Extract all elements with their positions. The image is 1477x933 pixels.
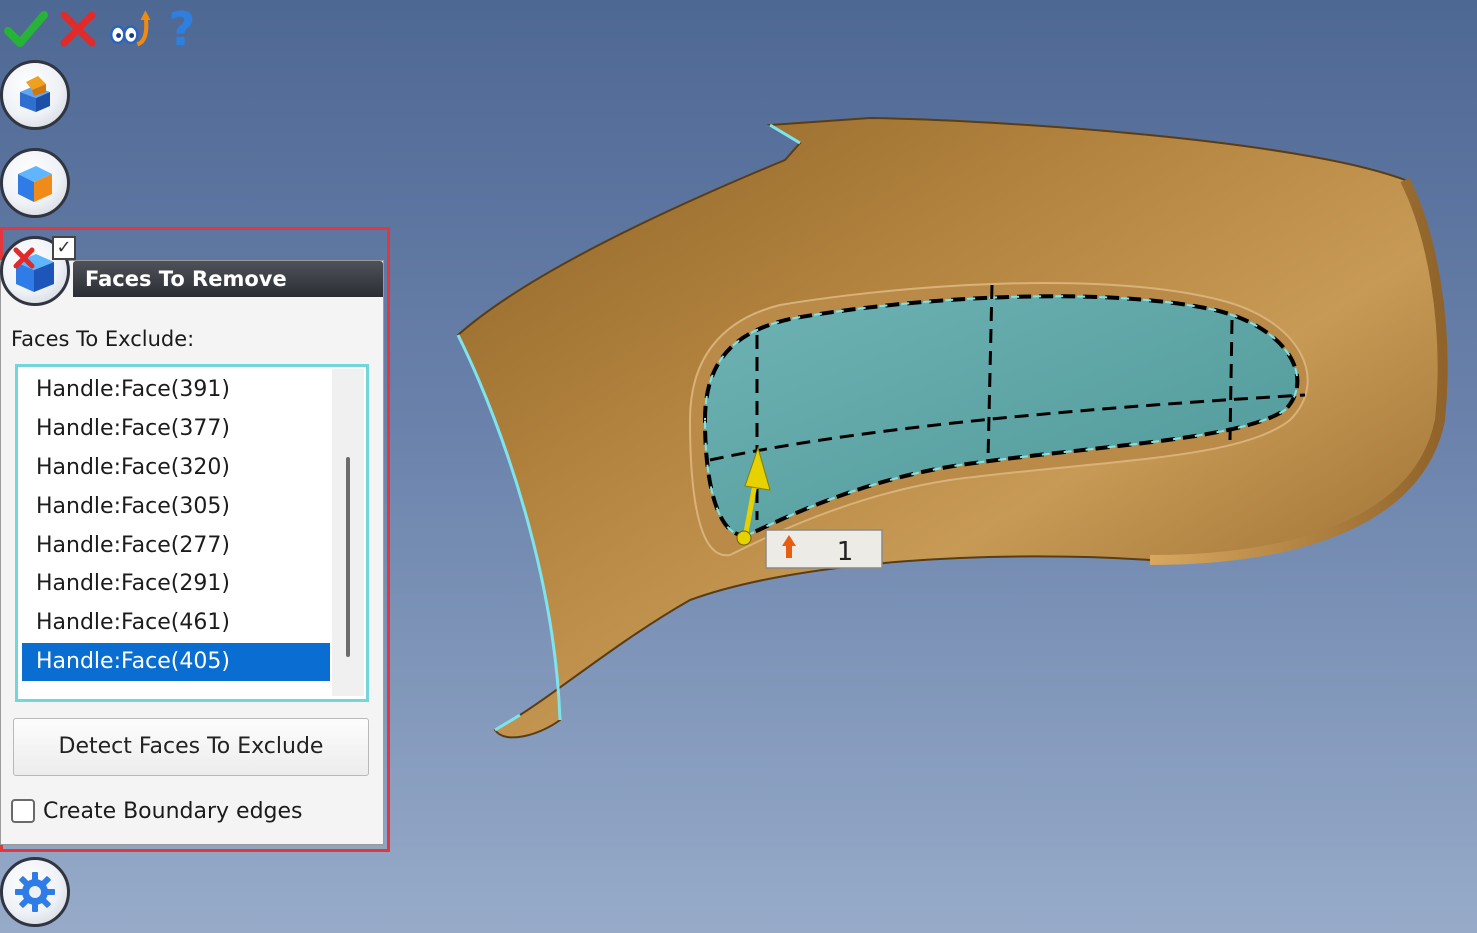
list-item[interactable]: Handle:Face(391) [22,371,330,409]
help-button[interactable]: ? [160,2,204,56]
settings-gear-icon [15,872,55,912]
list-scrollbar[interactable] [332,369,364,696]
faces-to-exclude-label: Faces To Exclude: [11,327,195,351]
preview-eyes-icon[interactable] [108,7,152,51]
create-boundary-label: Create Boundary edges [43,798,303,824]
detect-faces-button[interactable]: Detect Faces To Exclude [13,718,369,776]
list-item-selected[interactable]: Handle:Face(405) [22,643,330,682]
box-solid-button[interactable] [0,148,70,218]
help-icon: ? [168,2,196,56]
list-item[interactable]: Handle:Face(305) [22,488,330,526]
red-x-icon[interactable] [56,7,100,51]
list-item[interactable]: Handle:Face(320) [22,449,330,487]
panel-header: Faces To Remove [73,261,383,297]
panel-title: Faces To Remove [85,267,287,291]
list-item[interactable]: Handle:Face(291) [22,565,330,603]
face-tag-number: 1 [837,537,854,567]
green-check-icon[interactable] [4,7,48,51]
faces-to-remove-panel: Faces To Remove Faces To Exclude: Handle… [0,260,384,845]
box-solid-icon [18,166,52,202]
panel-pin-checkbox-icon[interactable]: ✓ [52,236,76,260]
list-item[interactable]: Handle:Face(461) [22,604,330,642]
face-tag[interactable]: 1 [765,529,883,569]
create-boundary-checkbox[interactable] [11,799,35,823]
list-item[interactable]: Handle:Face(277) [22,527,330,565]
list-item[interactable]: Handle:Face(377) [22,410,330,448]
settings-button[interactable] [0,857,70,927]
part-tool-button[interactable] [0,60,70,130]
faces-list[interactable]: Handle:Face(391) Handle:Face(377) Handle… [15,364,369,702]
scrollbar-thumb[interactable] [346,457,350,657]
top-toolbar: ? [0,0,204,58]
create-boundary-row: Create Boundary edges [11,794,303,828]
part-tool-icon [20,76,50,112]
